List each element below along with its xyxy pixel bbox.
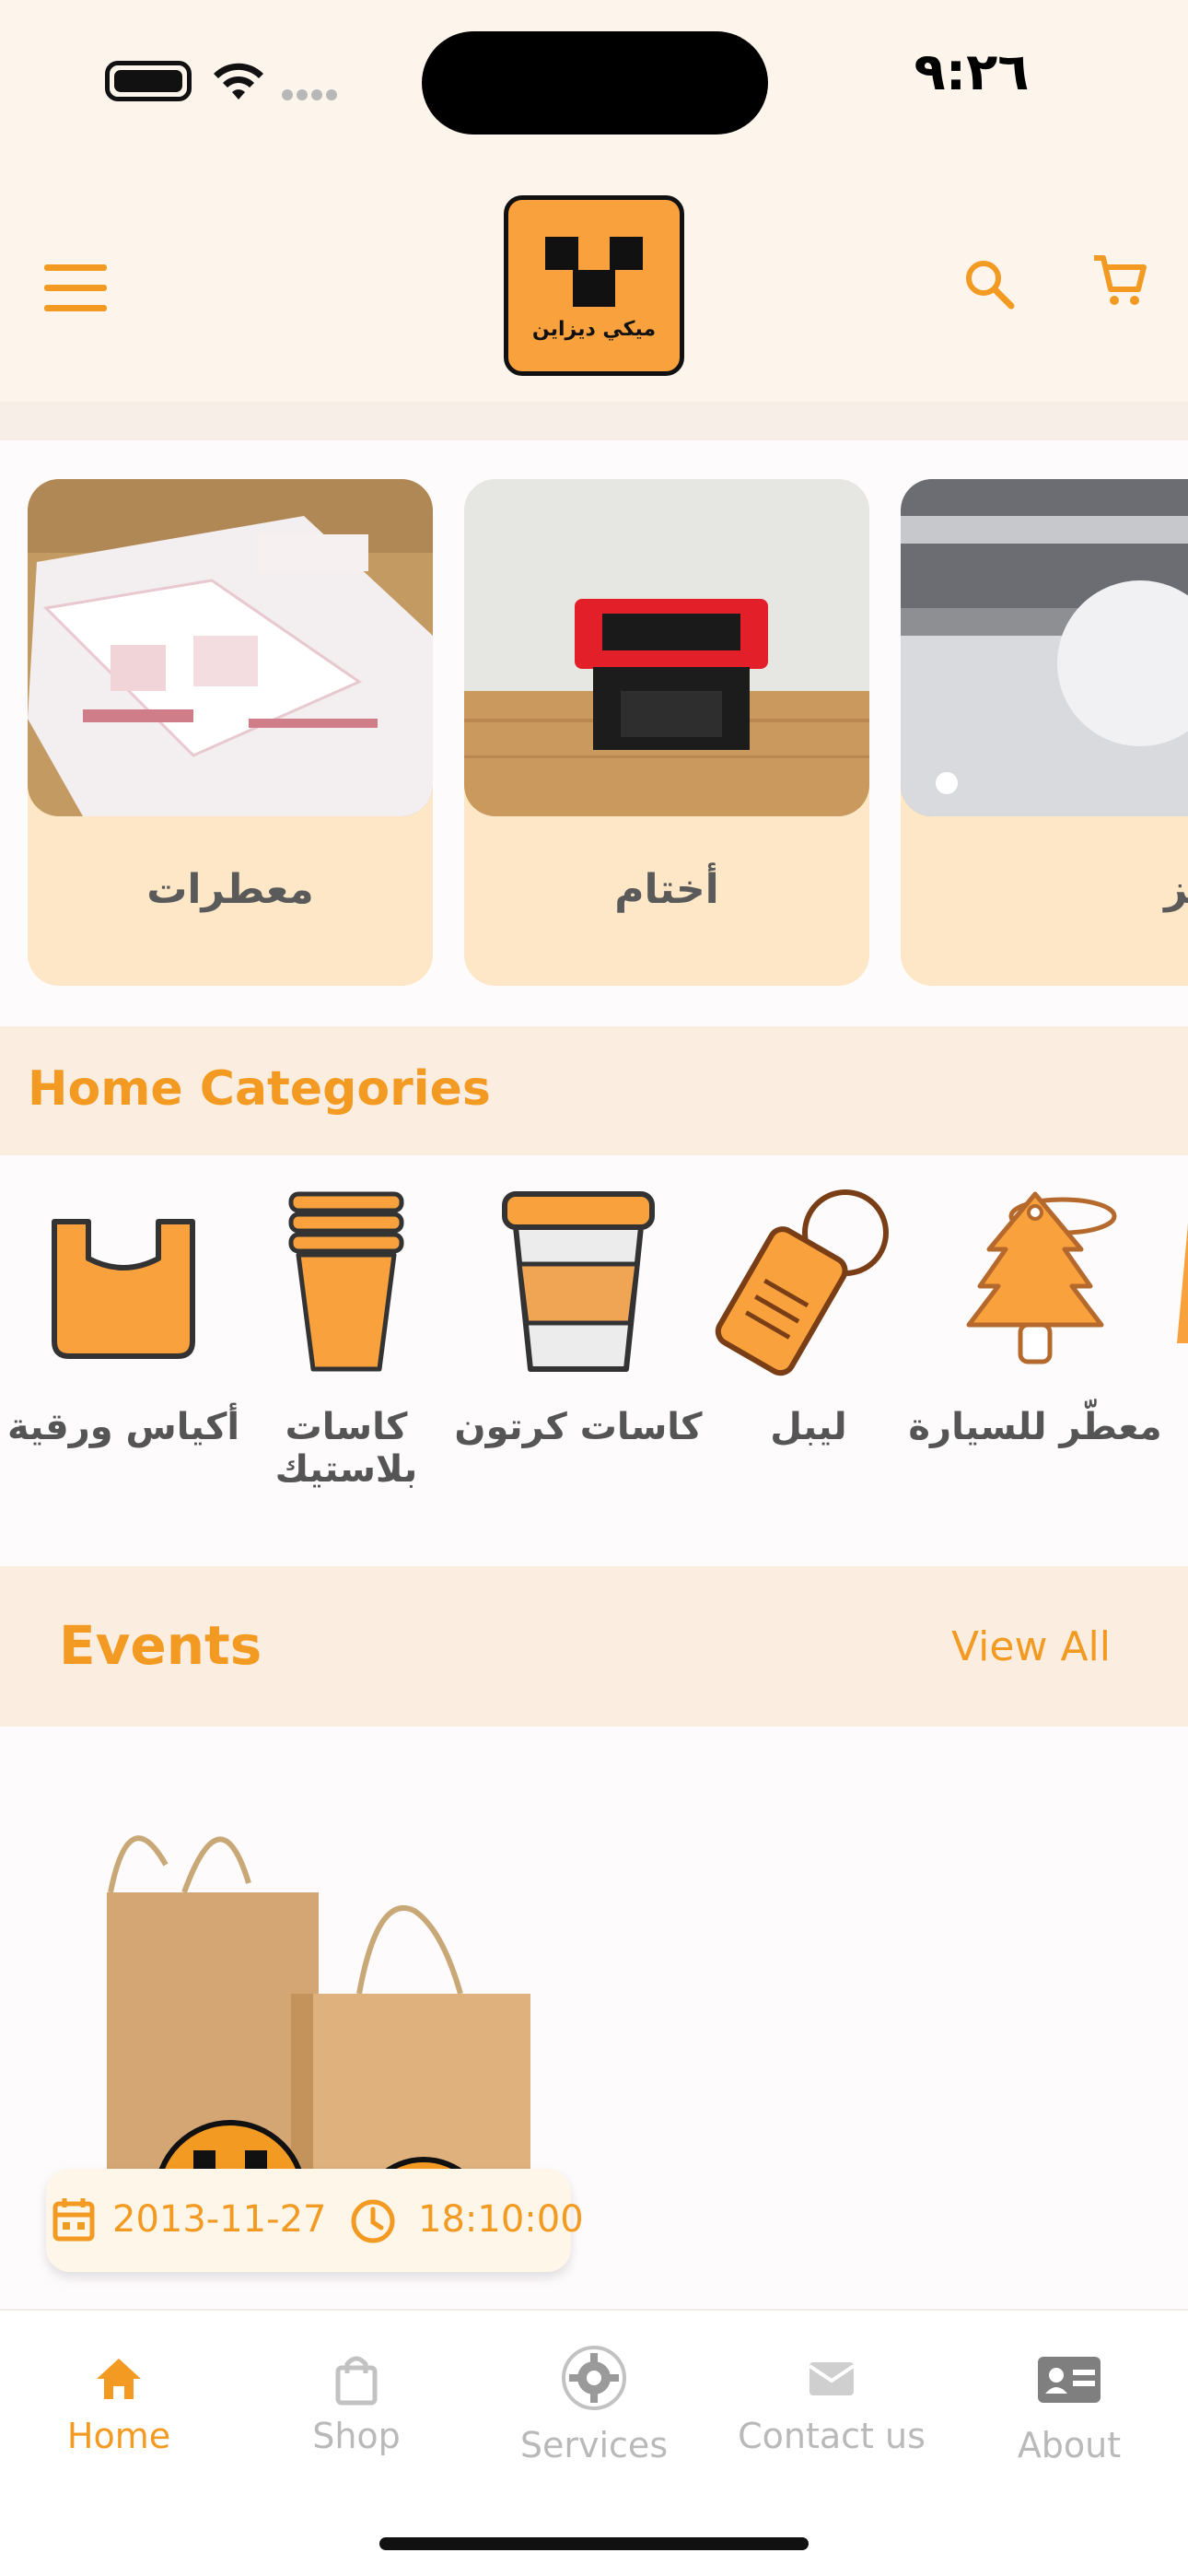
event-time: 18:10:00 — [418, 2198, 584, 2241]
cellular-signal-icon — [282, 87, 348, 100]
nav-label: Contact us — [738, 2416, 926, 2456]
nav-label: About — [1017, 2425, 1122, 2465]
id-card-icon — [1038, 2357, 1101, 2403]
paper-bag-icon — [52, 1219, 195, 1359]
view-all-link[interactable]: View All — [903, 1623, 1111, 1670]
events-title: Events — [59, 1614, 262, 1677]
menu-icon[interactable] — [44, 264, 111, 312]
nav-contact-us[interactable]: Contact us — [713, 2344, 950, 2482]
car-freshener-icon — [966, 1191, 1117, 1364]
home-categories-title: Home Categories — [28, 1061, 491, 1117]
dynamic-island — [422, 31, 768, 135]
featured-label: معطرات — [146, 866, 314, 913]
app-header: ميكي ديزاين — [0, 147, 1188, 402]
featured-card[interactable]: معطرات — [28, 479, 433, 986]
featured-card[interactable]: بلايز — [901, 479, 1188, 986]
nav-label: Home — [66, 2416, 171, 2456]
category-label: ليبل — [770, 1406, 847, 1448]
category-label: معطّر للسيارة — [908, 1406, 1162, 1448]
logo-text: ميكي ديزاين — [531, 318, 657, 341]
category-label: كاسات بلاستيك — [274, 1406, 418, 1491]
gear-icon — [562, 2346, 626, 2410]
search-icon[interactable] — [961, 256, 1017, 311]
event-info: 2013-11-27 18:10:00 — [46, 2169, 584, 2272]
clock-icon — [351, 2199, 395, 2243]
category-strip[interactable]: أكياس ورقية كاسات بلاستيك كاسات كرتون لي… — [0, 1155, 1188, 1566]
event-date: 2013-11-27 — [112, 2198, 327, 2241]
nav-label: Services — [519, 2425, 669, 2465]
brand-logo[interactable]: ميكي ديزاين — [504, 195, 684, 376]
label-tag-icon — [715, 1189, 889, 1376]
shopping-bag-icon — [335, 2356, 378, 2406]
product-image — [901, 479, 1188, 816]
category-label: أكياس ورقية — [6, 1406, 240, 1448]
category-item[interactable]: ليبل — [698, 1185, 919, 1535]
category-item-partial — [1177, 1224, 1188, 1343]
mail-icon — [808, 2362, 856, 2395]
product-image — [464, 479, 869, 816]
nav-label: Shop — [312, 2416, 401, 2456]
category-label: كاسات كرتون — [454, 1406, 703, 1448]
events-list: 2013-11-27 18:10:00 — [0, 1727, 1188, 2309]
home-indicator — [379, 2537, 809, 2550]
bottom-navigation: Home Shop Services Contact us About — [0, 2309, 1188, 2576]
home-icon — [97, 2359, 141, 2399]
category-item[interactable]: كاسات بلاستيك — [236, 1185, 457, 1535]
featured-label: بلايز — [1164, 866, 1188, 913]
status-time: ٩:٢٦ — [914, 42, 1030, 102]
cart-icon[interactable] — [1090, 252, 1147, 310]
featured-label: أختام — [614, 866, 719, 913]
events-header: Events View All — [0, 1566, 1188, 1727]
nav-services[interactable]: Services — [475, 2344, 713, 2482]
status-bar: ٩:٢٦ — [0, 0, 1188, 147]
header-divider — [0, 402, 1188, 440]
category-item[interactable]: كاسات كرتون — [454, 1185, 703, 1535]
paper-cup-icon — [502, 1191, 655, 1372]
event-image — [46, 1809, 571, 2178]
nav-home[interactable]: Home — [0, 2344, 238, 2482]
wifi-icon — [214, 63, 263, 100]
event-card[interactable]: 2013-11-27 18:10:00 — [46, 1809, 584, 2325]
featured-carousel[interactable]: معطرات أختام ز — [0, 440, 1188, 1026]
nav-shop[interactable]: Shop — [238, 2344, 475, 2482]
home-categories-header: Home Categories — [0, 1026, 1188, 1155]
battery-icon — [105, 61, 192, 101]
featured-card[interactable]: أختام — [464, 479, 869, 986]
category-item[interactable]: معطّر للسيارة — [908, 1185, 1162, 1535]
product-image — [28, 479, 433, 816]
nav-about[interactable]: About — [950, 2344, 1188, 2482]
calendar-icon — [52, 2198, 95, 2242]
category-item[interactable]: أكياس ورقية — [7, 1185, 239, 1535]
plastic-cups-icon — [288, 1191, 404, 1372]
